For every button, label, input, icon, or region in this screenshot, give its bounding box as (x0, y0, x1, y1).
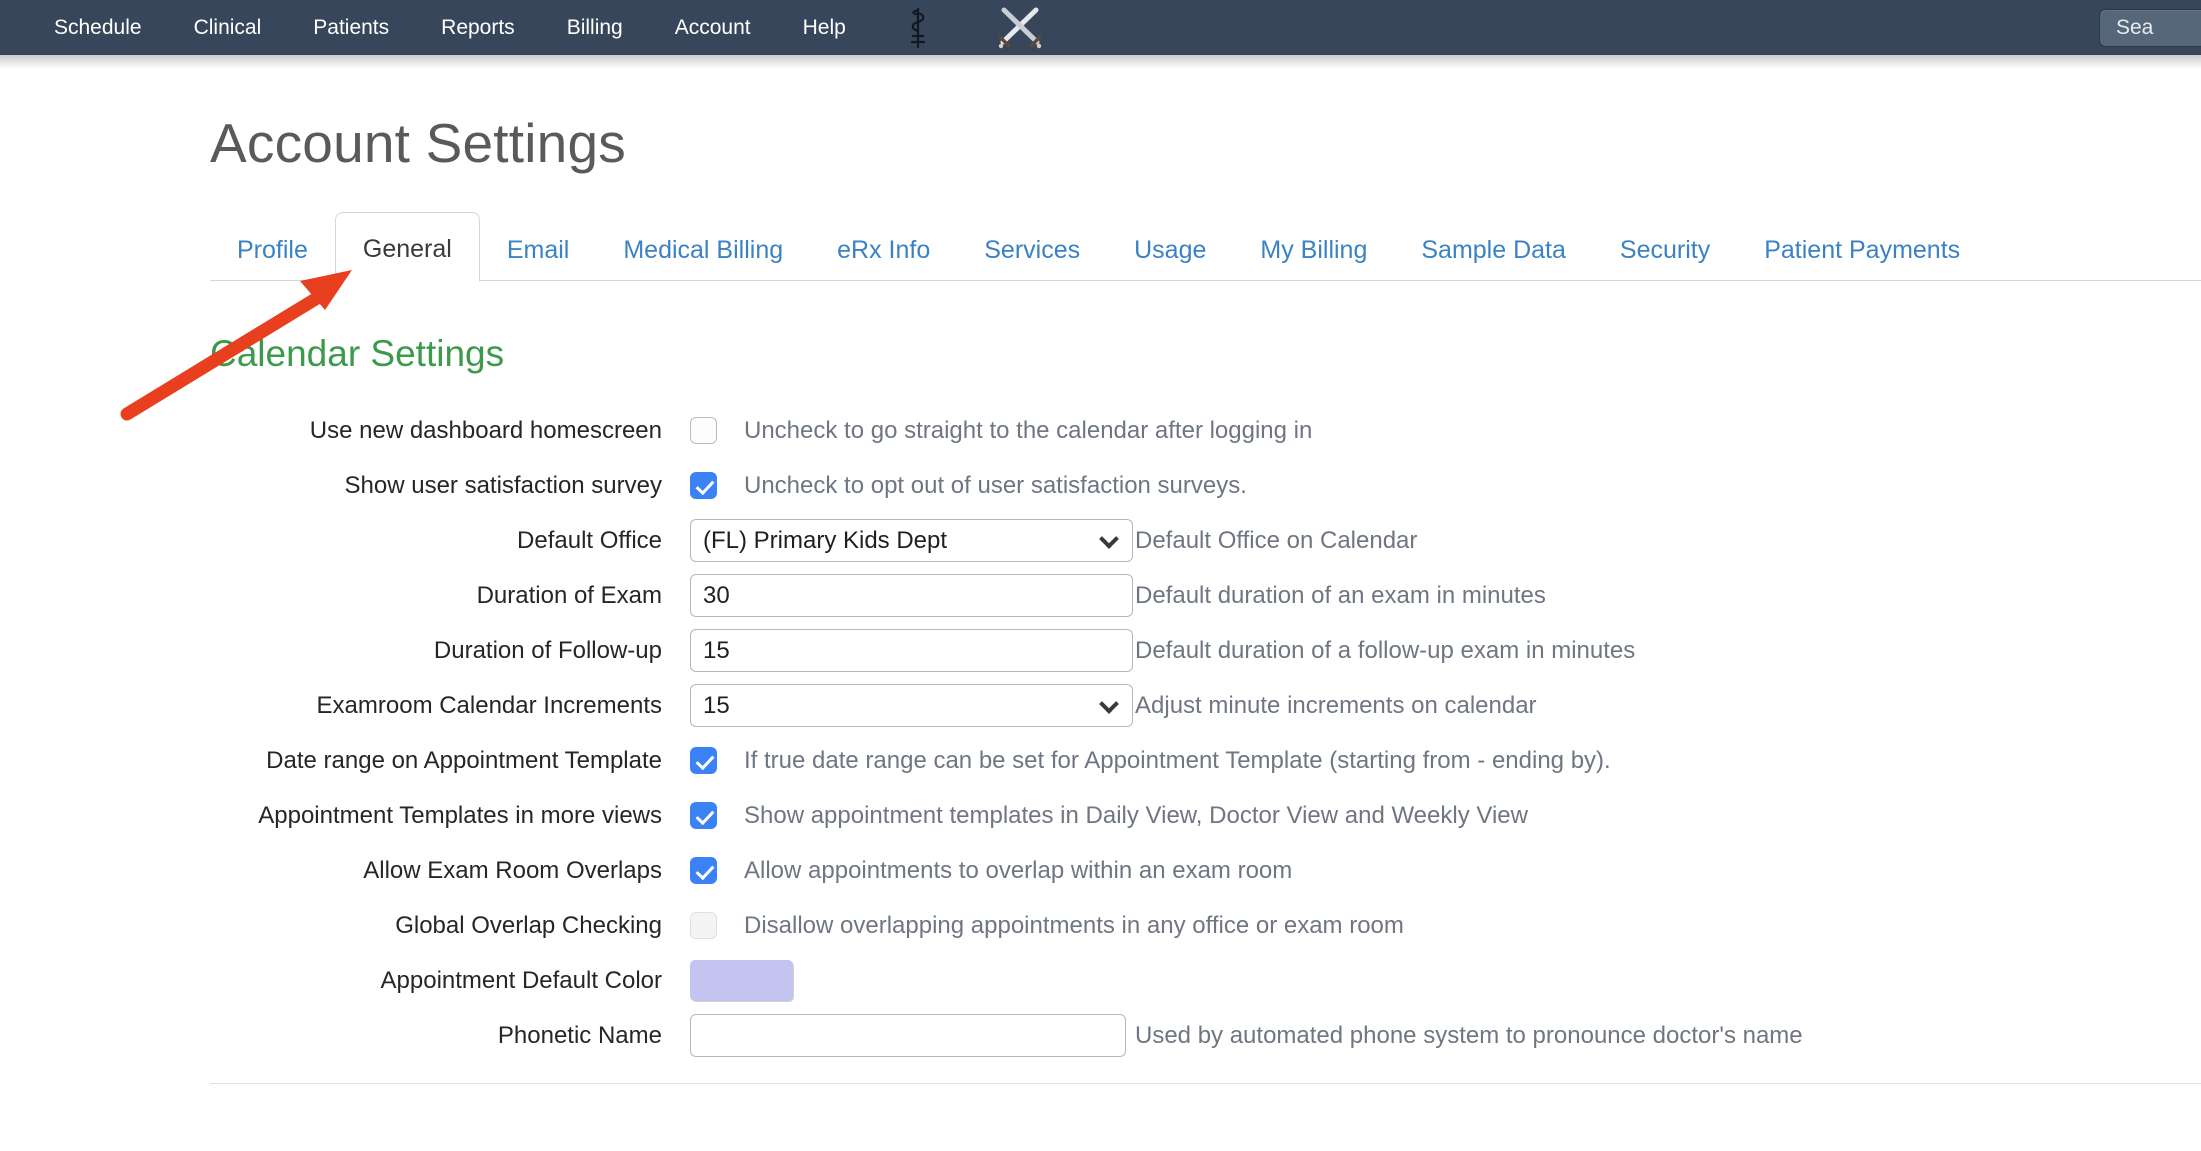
chevron-down-icon (1099, 528, 1119, 549)
nav-item-clinical[interactable]: Clinical (168, 0, 288, 55)
tab-general[interactable]: General (334, 212, 480, 282)
field-label: Allow Exam Room Overlaps (363, 856, 662, 884)
select-value: 15 (703, 691, 730, 719)
checkbox-date-range-on-appointment-template[interactable] (690, 747, 717, 774)
select-examroom-calendar-increments[interactable]: 15 (690, 684, 1133, 727)
top-navigation-bar: Schedule Clinical Patients Reports Billi… (0, 0, 2201, 69)
field-help-text: Uncheck to opt out of user satisfaction … (744, 471, 1247, 499)
checkbox-show-user-satisfaction-survey[interactable] (690, 472, 717, 499)
form-row-allow-exam-room-overlaps: Allow Exam Room Overlaps Allow appointme… (0, 849, 2201, 892)
nav-item-patients[interactable]: Patients (287, 0, 415, 55)
tab-medical-billing[interactable]: Medical Billing (596, 238, 810, 281)
checkbox-use-new-dashboard-homescreen[interactable] (690, 417, 717, 444)
input-duration-of-follow-up[interactable] (690, 629, 1133, 672)
field-label: Global Overlap Checking (395, 911, 662, 939)
field-label: Appointment Default Color (380, 966, 662, 994)
select-default-office[interactable]: (FL) Primary Kids Dept (690, 519, 1133, 562)
field-label: Examroom Calendar Increments (316, 691, 662, 719)
field-help-text: If true date range can be set for Appoin… (744, 746, 1611, 774)
field-label: Date range on Appointment Template (266, 746, 662, 774)
tab-usage[interactable]: Usage (1107, 238, 1233, 281)
form-row-default-office: Default Office (FL) Primary Kids Dept De… (0, 519, 2201, 562)
input-phonetic-name[interactable] (690, 1014, 1126, 1057)
nav-item-schedule[interactable]: Schedule (28, 0, 168, 55)
page-content: Account Settings Profile General Email M… (0, 55, 2201, 1084)
tab-security[interactable]: Security (1593, 238, 1737, 281)
field-help-text: Adjust minute increments on calendar (1135, 691, 1537, 719)
form-bottom-divider (210, 1083, 2201, 1084)
field-help-text: Default duration of an exam in minutes (1135, 581, 1546, 609)
tab-services[interactable]: Services (957, 238, 1107, 281)
form-row-global-overlap-checking: Global Overlap Checking Disallow overlap… (0, 904, 2201, 947)
field-label: Duration of Exam (476, 581, 662, 609)
select-value: (FL) Primary Kids Dept (703, 526, 948, 554)
field-help-text: Show appointment templates in Daily View… (744, 801, 1528, 829)
field-help-text: Disallow overlapping appointments in any… (744, 911, 1404, 939)
tab-patient-payments[interactable]: Patient Payments (1737, 238, 1987, 281)
field-help-text: Uncheck to go straight to the calendar a… (744, 416, 1313, 444)
form-row-date-range-on-appointment-template: Date range on Appointment Template If tr… (0, 739, 2201, 782)
tabs-divider (210, 280, 2201, 281)
field-help-text: Default Office on Calendar (1135, 526, 1418, 554)
field-help-text: Used by automated phone system to pronou… (1135, 1021, 1803, 1049)
tab-profile[interactable]: Profile (210, 238, 335, 281)
page-title: Account Settings (210, 112, 626, 174)
field-label: Duration of Follow-up (433, 636, 662, 664)
checkbox-appointment-templates-in-more-views[interactable] (690, 802, 717, 829)
field-help-text: Default duration of a follow-up exam in … (1135, 636, 1636, 664)
field-label: Appointment Templates in more views (258, 801, 662, 829)
form-row-appointment-templates-in-more-views: Appointment Templates in more views Show… (0, 794, 2201, 837)
checkbox-allow-exam-room-overlaps[interactable] (690, 857, 717, 884)
field-label: Use new dashboard homescreen (309, 416, 662, 444)
field-help-text: Allow appointments to overlap within an … (744, 856, 1293, 884)
tab-erx-info[interactable]: eRx Info (810, 238, 957, 281)
checkbox-global-overlap-checking[interactable] (690, 912, 717, 939)
field-label: Show user satisfaction survey (344, 471, 662, 499)
caduceus-icon[interactable] (890, 0, 946, 55)
calendar-settings-form: Use new dashboard homescreen Uncheck to … (0, 409, 2201, 1057)
tab-sample-data[interactable]: Sample Data (1394, 238, 1593, 281)
field-label: Phonetic Name (497, 1021, 662, 1049)
form-row-show-user-satisfaction-survey: Show user satisfaction survey Uncheck to… (0, 464, 2201, 507)
nav-item-help[interactable]: Help (777, 0, 872, 55)
color-swatch-appointment-default-color[interactable] (690, 960, 793, 1001)
field-label: Default Office (517, 526, 662, 554)
search-input[interactable]: Sea (2099, 8, 2201, 47)
form-row-duration-of-follow-up: Duration of Follow-up Default duration o… (0, 629, 2201, 672)
input-duration-of-exam[interactable] (690, 574, 1133, 617)
tab-my-billing[interactable]: My Billing (1233, 238, 1394, 281)
nav-item-account[interactable]: Account (649, 0, 777, 55)
section-title-calendar-settings: Calendar Settings (210, 333, 505, 374)
tab-email[interactable]: Email (480, 238, 597, 281)
form-row-use-new-dashboard-homescreen: Use new dashboard homescreen Uncheck to … (0, 409, 2201, 452)
form-row-appointment-default-color: Appointment Default Color (0, 959, 2201, 1002)
form-row-duration-of-exam: Duration of Exam Default duration of an … (0, 574, 2201, 617)
nav-item-billing[interactable]: Billing (541, 0, 649, 55)
crossed-swords-icon[interactable] (992, 0, 1048, 55)
form-row-examroom-calendar-increments: Examroom Calendar Increments 15 Adjust m… (0, 684, 2201, 727)
form-row-phonetic-name: Phonetic Name Used by automated phone sy… (0, 1014, 2201, 1057)
chevron-down-icon (1099, 693, 1119, 714)
settings-tabs: Profile General Email Medical Billing eR… (0, 212, 2201, 282)
nav-item-reports[interactable]: Reports (415, 0, 541, 55)
